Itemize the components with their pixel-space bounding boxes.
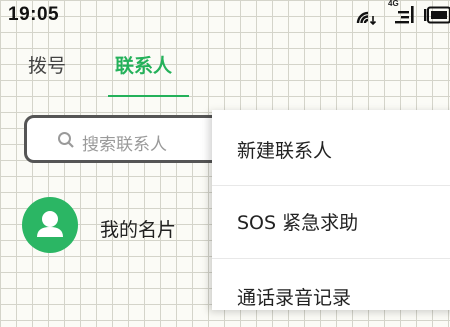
avatar <box>22 197 78 253</box>
tab-bar: 拨号 联系人 <box>0 40 220 100</box>
network-label: 4G <box>388 0 399 8</box>
tab-contacts[interactable]: 联系人 <box>115 51 172 78</box>
menu-divider <box>212 258 450 259</box>
search-input[interactable]: 搜索联系人 <box>24 115 234 163</box>
wifi-icon <box>356 6 380 26</box>
status-time: 19:05 <box>8 4 60 25</box>
menu-item-label: SOS 紧急求助 <box>237 212 359 234</box>
menu-item-call-recordings[interactable]: 通话录音记录 <box>212 265 450 327</box>
status-bar: 19:05 4G <box>0 0 450 34</box>
signal-icon: 4G <box>388 0 418 27</box>
search-placeholder: 搜索联系人 <box>82 135 167 155</box>
status-icons: 4G <box>356 0 450 28</box>
active-tab-indicator <box>108 95 189 97</box>
menu-item-sos[interactable]: SOS 紧急求助 <box>212 190 450 252</box>
menu-item-label: 通话录音记录 <box>237 287 352 309</box>
my-card-label: 我的名片 <box>100 219 177 241</box>
person-icon <box>37 211 63 237</box>
menu-divider <box>212 185 450 186</box>
menu-item-label: 新建联系人 <box>237 140 333 162</box>
search-icon <box>57 131 75 153</box>
overflow-menu: 新建联系人 SOS 紧急求助 通话录音记录 <box>212 110 450 310</box>
menu-item-new-contact[interactable]: 新建联系人 <box>212 118 450 180</box>
my-card-row[interactable]: 我的名片 <box>0 195 215 257</box>
battery-icon <box>422 6 450 26</box>
tab-dial[interactable]: 拨号 <box>28 51 66 78</box>
